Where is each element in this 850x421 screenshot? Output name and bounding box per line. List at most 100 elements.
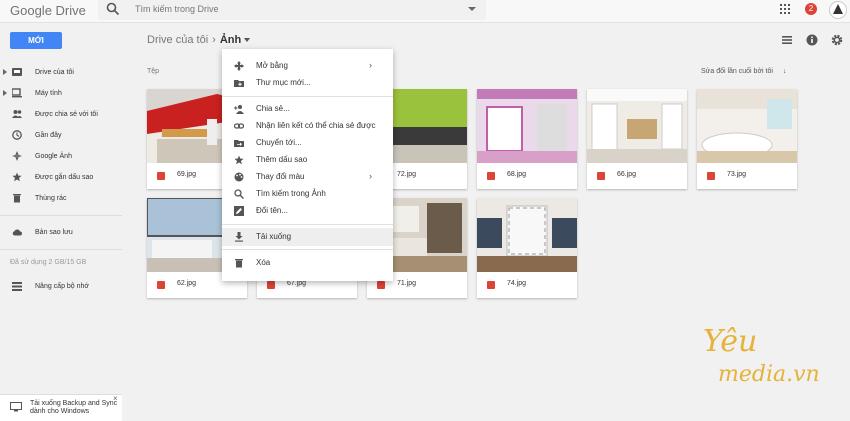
storage-usage-text: Đã sử dụng 2 GB/15 GB: [10, 259, 87, 266]
monitor-icon: [10, 402, 22, 412]
sidebar-item-starred[interactable]: Được gắn dấu sao: [0, 167, 122, 188]
expand-arrow-icon[interactable]: [3, 69, 7, 75]
submenu-arrow-icon: ›: [369, 171, 372, 181]
menu-item-label: Thay đổi màu: [256, 172, 305, 181]
cloud-icon: [12, 229, 22, 236]
menu-item-rename[interactable]: Đổi tên...: [222, 202, 393, 220]
watermark-text-1: Yêu: [703, 324, 757, 359]
shared-icon: [12, 110, 22, 118]
menu-item-label: Chia sẻ...: [256, 104, 290, 113]
menu-item-add-star[interactable]: Thêm dấu sao: [222, 151, 393, 169]
apps-grid-icon[interactable]: [780, 4, 791, 15]
file-card[interactable]: 66.jpg: [587, 89, 687, 189]
link-icon: [234, 123, 244, 129]
menu-item-new-folder[interactable]: Thư mục mới...: [222, 74, 393, 92]
menu-item-label: Thêm dấu sao: [256, 155, 308, 164]
file-thumbnail: [477, 198, 577, 272]
top-bar: Google Drive Tìm kiếm trong Drive 2: [0, 0, 850, 23]
sidebar-item-google-photos[interactable]: Google Ảnh: [0, 146, 122, 167]
sidebar-item-label: Máy tính: [35, 90, 62, 97]
image-file-icon: [487, 281, 495, 289]
list-view-icon[interactable]: [781, 34, 793, 46]
chevron-down-icon[interactable]: [244, 38, 251, 43]
storage-icon: [12, 282, 22, 291]
download-icon: [235, 232, 243, 242]
file-thumbnail: [697, 89, 797, 163]
sort-label[interactable]: Sửa đổi lần cuối bởi tôi: [701, 68, 773, 75]
file-name: 67.jpg: [287, 280, 307, 287]
file-name: 71.jpg: [397, 280, 417, 287]
image-file-icon: [157, 172, 165, 180]
file-name: 74.jpg: [507, 280, 527, 287]
toast-line-2: dành cho Windows: [30, 408, 90, 415]
file-card[interactable]: 74.jpg: [477, 198, 577, 298]
sidebar: Drive của tôi Máy tính Được chia sẻ với …: [0, 62, 122, 297]
sidebar-divider: [0, 215, 122, 216]
menu-item-label: Nhận liên kết có thể chia sẻ được: [256, 121, 376, 130]
menu-item-change-color[interactable]: Thay đổi màu ›: [222, 168, 393, 186]
menu-item-label: Tải xuống: [256, 232, 292, 241]
notification-badge[interactable]: 2: [805, 3, 817, 15]
menu-item-open-with[interactable]: Mở bằng ›: [222, 57, 393, 75]
image-file-icon: [487, 172, 495, 180]
info-icon[interactable]: [806, 34, 818, 46]
toast-line-1: Tải xuống Backup and Sync: [30, 400, 118, 407]
clock-icon: [12, 130, 22, 140]
sidebar-item-backups[interactable]: Bản sao lưu: [0, 222, 122, 243]
settings-gear-icon[interactable]: [831, 34, 843, 46]
menu-item-share[interactable]: Chia sẻ...: [222, 100, 393, 118]
watermark-text-2: media.vn: [718, 362, 820, 387]
upgrade-storage-link[interactable]: Nâng cấp bộ nhớ: [0, 276, 122, 297]
menu-item-delete[interactable]: Xóa: [222, 254, 393, 272]
close-icon[interactable]: ×: [113, 394, 118, 403]
sidebar-item-label: Gần đây: [35, 132, 62, 139]
expand-arrow-icon[interactable]: [3, 90, 7, 96]
menu-divider: [222, 96, 393, 97]
sort-control[interactable]: Sửa đổi lần cuối bởi tôi ↓: [701, 68, 786, 75]
image-file-icon: [597, 172, 605, 180]
new-folder-icon: [234, 80, 244, 87]
new-button[interactable]: MỚI: [10, 32, 62, 49]
file-name: 73.jpg: [727, 171, 747, 178]
file-card[interactable]: 68.jpg: [477, 89, 577, 189]
yeumedia-watermark: Yêu media.vn: [703, 324, 820, 387]
search-icon[interactable]: [106, 2, 120, 16]
sidebar-divider: [0, 249, 122, 250]
sidebar-item-label: Google Ảnh: [35, 153, 72, 160]
open-with-icon: [234, 61, 244, 71]
search-options-icon[interactable]: [468, 7, 476, 11]
logo-drive-text: Drive: [55, 3, 86, 18]
backup-sync-toast[interactable]: Tải xuống Backup and Sync dành cho Windo…: [0, 394, 122, 421]
file-card[interactable]: 73.jpg: [697, 89, 797, 189]
photos-icon: [12, 151, 22, 161]
avatar[interactable]: [829, 1, 847, 19]
sidebar-item-label: Được chia sẻ với tôi: [35, 111, 98, 118]
menu-item-label: Đổi tên...: [256, 206, 289, 215]
menu-item-search-in-folder[interactable]: Tìm kiếm trong Ảnh: [222, 185, 393, 203]
sort-direction-arrow-icon[interactable]: ↓: [783, 68, 787, 75]
chevron-right-icon: ›: [212, 34, 216, 46]
context-menu: Mở bằng › Thư mục mới... Chia sẻ... Nhận…: [222, 49, 393, 281]
image-file-icon: [377, 281, 385, 289]
sidebar-item-label: Drive của tôi: [35, 69, 74, 76]
file-thumbnail: [587, 89, 687, 163]
search-box[interactable]: Tìm kiếm trong Drive: [98, 0, 486, 20]
sidebar-item-trash[interactable]: Thùng rác: [0, 188, 122, 209]
menu-item-label: Mở bằng: [256, 61, 288, 70]
menu-item-label: Xóa: [256, 258, 271, 267]
drive-icon: [12, 68, 22, 76]
sidebar-item-shared[interactable]: Được chia sẻ với tôi: [0, 104, 122, 125]
menu-item-get-link[interactable]: Nhận liên kết có thể chia sẻ được: [222, 117, 393, 135]
google-drive-logo[interactable]: Google Drive: [10, 3, 86, 18]
sidebar-item-computers[interactable]: Máy tính: [0, 83, 122, 104]
menu-item-move-to[interactable]: Chuyển tới...: [222, 134, 393, 152]
sidebar-item-my-drive[interactable]: Drive của tôi: [0, 62, 122, 83]
sidebar-item-label: Nâng cấp bộ nhớ: [35, 283, 90, 290]
breadcrumb-current[interactable]: Ảnh: [220, 34, 241, 46]
file-name: 72.jpg: [397, 171, 417, 178]
share-person-icon: [234, 105, 244, 114]
sidebar-item-recent[interactable]: Gần đây: [0, 125, 122, 146]
search-input[interactable]: Tìm kiếm trong Drive: [135, 4, 219, 14]
menu-item-download[interactable]: Tải xuống: [222, 228, 393, 246]
breadcrumb-parent[interactable]: Drive của tôi: [147, 34, 208, 46]
